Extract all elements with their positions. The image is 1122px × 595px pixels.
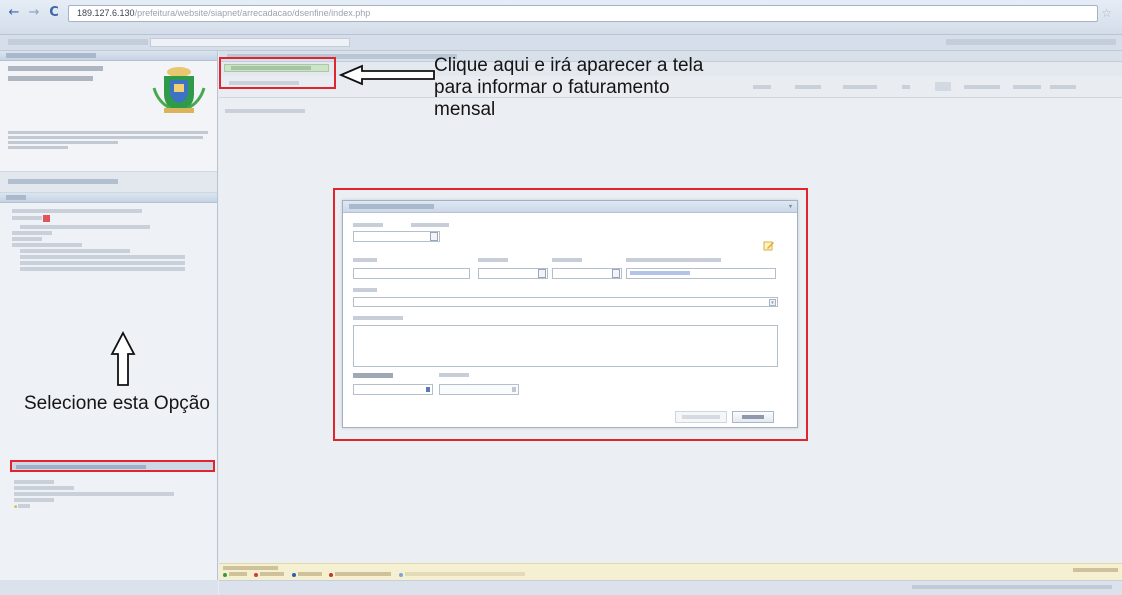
close-icon[interactable]: ▾: [789, 203, 792, 210]
annotation-line: mensal: [434, 99, 496, 120]
menu-item[interactable]: [6, 254, 211, 259]
calendar-icon[interactable]: [538, 269, 546, 278]
crest-icon: [152, 67, 206, 113]
menu-item[interactable]: [14, 480, 174, 484]
url-bar[interactable]: 189.127.6.130/prefeitura/website/siapnet…: [68, 5, 1098, 22]
calendar-icon[interactable]: [612, 269, 620, 278]
alert-badge: [43, 215, 51, 222]
gerar-escrituracao-button[interactable]: [675, 411, 727, 423]
menu-item[interactable]: [6, 248, 211, 253]
menu-item[interactable]: [14, 498, 174, 502]
grid-empty-message: [225, 109, 305, 113]
annotation-line: Clique aqui e irá aparecer a tela: [434, 55, 704, 76]
discriminacao-textarea[interactable]: [353, 325, 778, 367]
menu-panel-header[interactable]: [0, 193, 217, 203]
menu-item-escrituracao-rpa[interactable]: [10, 460, 215, 472]
menu-item[interactable]: [6, 209, 211, 213]
contributor-panel-header[interactable]: [0, 51, 217, 61]
legend-cancelado-dot: [254, 572, 259, 577]
reload-icon[interactable]: C: [46, 5, 62, 21]
fechar-button[interactable]: [732, 411, 774, 423]
annotation-click-here: Clique aqui e irá aparecer a tela para i…: [434, 55, 794, 121]
menu-item[interactable]: [6, 266, 211, 271]
legend-normal-dot: [223, 572, 227, 577]
legend-retornado-dot: [291, 572, 296, 577]
annotation-line: para informar o faturamento: [434, 77, 670, 98]
legend-bar: [219, 563, 1122, 580]
search-field[interactable]: [150, 38, 350, 47]
dialog-title: ▾: [343, 201, 797, 213]
app-info-bar: [0, 35, 1122, 51]
atividade-select[interactable]: ▾: [353, 297, 778, 307]
menu-item[interactable]: [6, 260, 211, 265]
menu-item[interactable]: [6, 230, 211, 235]
legend-cancelado-retornado-dot: [329, 572, 334, 577]
data-emissao-field[interactable]: [552, 268, 622, 279]
annotation-arrow-up-icon: [110, 331, 136, 386]
menu-item[interactable]: [6, 236, 211, 241]
url-path: /prefeitura/website/siapnet/arrecadacao/…: [134, 8, 371, 18]
numero-rpa-field[interactable]: [353, 268, 470, 279]
left-status: [0, 580, 218, 595]
status-bar: [219, 580, 1122, 595]
url-host: 189.127.6.130: [77, 8, 135, 18]
escrituracao-rpa-dialog: ▾ ▾: [342, 200, 798, 428]
forward-icon[interactable]: →: [26, 5, 42, 21]
menu-item[interactable]: [6, 224, 211, 229]
annotation-arrow-left-icon: [338, 64, 435, 86]
period-selector[interactable]: [0, 171, 217, 193]
back-icon[interactable]: ←: [6, 5, 22, 21]
browser-toolbar: ← → C 189.127.6.130/prefeitura/website/s…: [0, 0, 1122, 35]
edit-icon[interactable]: [763, 239, 775, 251]
municipio-field[interactable]: [626, 268, 776, 279]
valor-servico-field[interactable]: [353, 384, 433, 395]
left-panel: ■: [0, 51, 218, 595]
prestador-cpf-field[interactable]: [353, 231, 440, 242]
dropdown-arrow-icon[interactable]: ▾: [769, 299, 776, 306]
annotation-select-option: Selecione esta Opção: [24, 393, 210, 414]
data-servico-field[interactable]: [478, 268, 548, 279]
lookup-icon[interactable]: [430, 232, 438, 241]
menu-item[interactable]: ■: [14, 504, 174, 511]
legend-substituido-dot: [398, 572, 403, 577]
menu-item[interactable]: [6, 215, 211, 223]
aliquota-field[interactable]: [439, 384, 519, 395]
star-icon[interactable]: ☆: [1101, 6, 1112, 20]
highlight-escriturar-button: [219, 57, 336, 89]
spinner-icon[interactable]: [426, 387, 430, 392]
menu-item[interactable]: [6, 242, 211, 247]
escriturar-button[interactable]: [224, 64, 329, 72]
contributor-info: [0, 61, 217, 171]
folder-icon: ■: [14, 504, 18, 510]
menu-item[interactable]: [14, 486, 174, 490]
menu-item[interactable]: [14, 492, 174, 496]
